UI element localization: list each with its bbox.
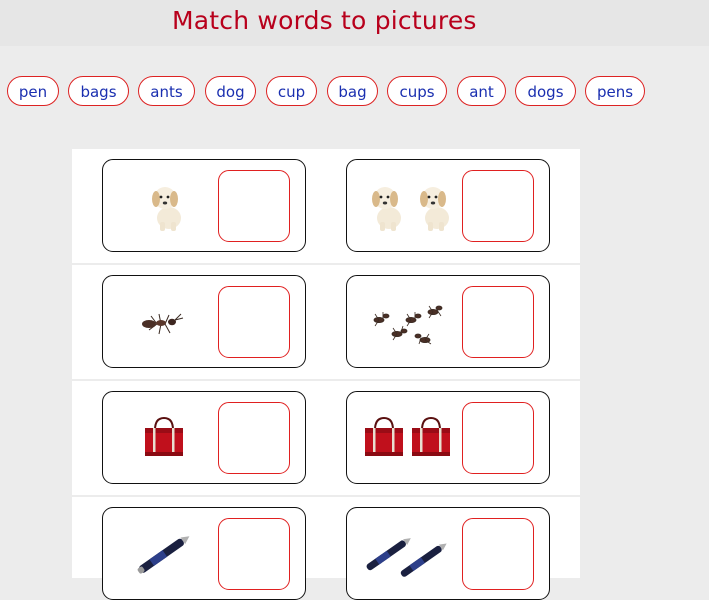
row-divider [72,495,580,497]
picture-card [102,507,306,600]
picture-card [346,391,550,484]
word-chip-pens[interactable]: pens [585,76,645,106]
picture-card [346,507,550,600]
word-chip-cup[interactable]: cup [266,76,317,106]
word-chip-bag[interactable]: bag [327,76,378,106]
answer-slot[interactable] [218,170,290,242]
answer-slot[interactable] [462,518,534,590]
word-chip-cups[interactable]: cups [387,76,447,106]
picture-card [346,159,550,252]
word-chip-ants[interactable]: ants [138,76,195,106]
bag-picture [412,416,450,456]
picture-card [102,275,306,368]
dog-picture [420,187,449,231]
answer-slot[interactable] [218,518,290,590]
picture-card [102,159,306,252]
dog-picture [152,187,181,231]
dog-picture [372,187,401,231]
word-chip-dogs[interactable]: dogs [515,76,576,106]
word-chip-dog[interactable]: dog [205,76,256,106]
page-title: Match words to pictures [172,6,477,35]
row-divider [72,263,580,265]
bag-picture [365,416,403,456]
matching-panel [72,149,580,600]
answer-slot[interactable] [218,286,290,358]
word-bank: pen bags ants dog cup bag cups ant dogs … [0,76,709,108]
ant-picture [373,305,443,345]
answer-slot[interactable] [462,402,534,474]
answer-slot[interactable] [218,402,290,474]
answer-slot[interactable] [462,286,534,358]
picture-card [102,391,306,484]
pen-picture [137,536,190,574]
word-chip-pen[interactable]: pen [7,76,59,106]
pen-picture [400,543,447,577]
word-chip-ant[interactable]: ant [457,76,506,106]
row-divider [72,379,580,381]
answer-slot[interactable] [462,170,534,242]
bag-picture [145,416,183,456]
ant-picture [142,313,184,335]
word-chip-bags[interactable]: bags [68,76,129,106]
header-bar: Match words to pictures [0,0,709,46]
picture-card [346,275,550,368]
